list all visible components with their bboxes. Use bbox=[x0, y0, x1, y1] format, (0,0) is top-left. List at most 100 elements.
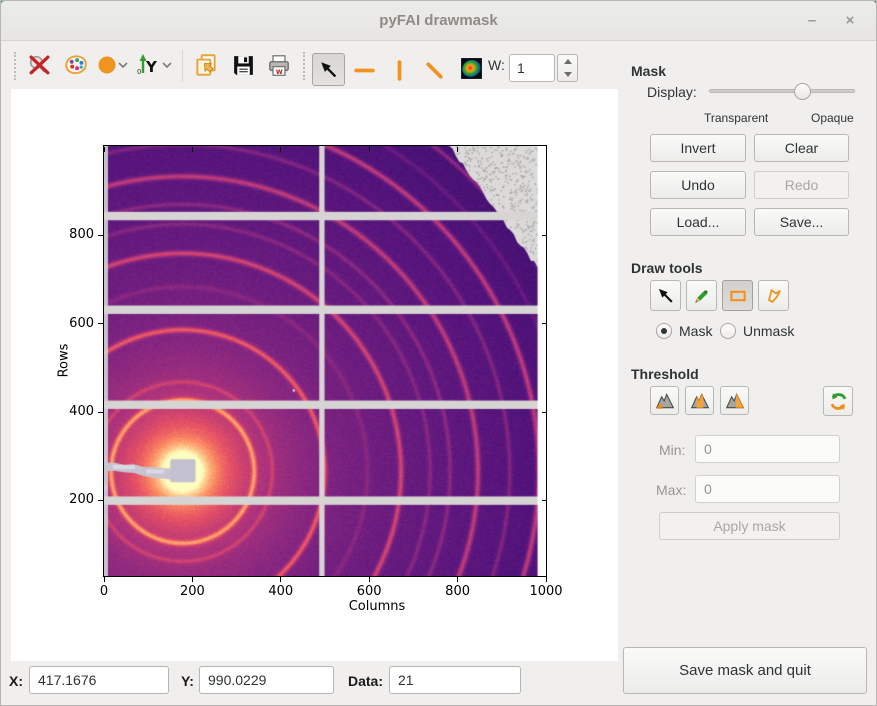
threshold-between-button[interactable] bbox=[685, 386, 714, 415]
save-button[interactable]: Save... bbox=[754, 208, 849, 236]
spinbox-arrows bbox=[557, 54, 578, 82]
y-tick bbox=[98, 323, 103, 324]
y-tick bbox=[98, 500, 103, 501]
threshold-below-button[interactable] bbox=[650, 386, 679, 415]
pointer-mode-button[interactable] bbox=[312, 53, 345, 86]
min-label: Min: bbox=[659, 442, 685, 458]
x-tick-label: 0 bbox=[84, 584, 124, 599]
min-field[interactable]: 0 bbox=[695, 435, 840, 463]
clear-button[interactable]: Clear bbox=[754, 134, 849, 162]
y-tick-right bbox=[542, 500, 547, 501]
save-icon[interactable] bbox=[230, 50, 256, 80]
vertical-profile-icon[interactable] bbox=[386, 55, 412, 85]
diffraction-canvas[interactable] bbox=[104, 146, 546, 576]
polygon-tool-button[interactable] bbox=[758, 280, 789, 311]
window-title: pyFAI drawmask bbox=[1, 12, 876, 29]
x-tick-label: 400 bbox=[261, 584, 301, 599]
x-tick bbox=[457, 577, 458, 582]
minimize-button[interactable]: – bbox=[800, 9, 824, 33]
threshold-title: Threshold bbox=[631, 366, 699, 382]
caret-down-icon bbox=[564, 72, 572, 77]
data-value-field[interactable]: 21 bbox=[389, 666, 521, 694]
toolbar-drag-handle[interactable] bbox=[303, 52, 305, 80]
rectangle-icon bbox=[728, 286, 748, 306]
spin-down-button[interactable] bbox=[558, 68, 577, 81]
x-tick-top bbox=[104, 147, 105, 152]
apply-mask-button[interactable]: Apply mask bbox=[659, 512, 840, 540]
y-coord-label: Y: bbox=[181, 673, 194, 689]
x-tick-label: 1000 bbox=[526, 584, 566, 599]
titlebar: pyFAI drawmask – × bbox=[1, 1, 876, 41]
spin-up-button[interactable] bbox=[558, 55, 577, 68]
x-tick-top bbox=[546, 147, 547, 152]
image-profile-icon[interactable] bbox=[458, 53, 484, 83]
x-axis-label: Columns bbox=[1, 599, 649, 614]
colormap-palette-icon[interactable] bbox=[63, 50, 89, 80]
display-label: Display: bbox=[647, 84, 697, 100]
svg-text:Y: Y bbox=[145, 58, 158, 76]
threshold-below-icon bbox=[655, 391, 675, 411]
x-coord-field[interactable]: 417.1676 bbox=[29, 666, 169, 694]
chevron-down-icon[interactable] bbox=[161, 50, 173, 80]
pointer-icon bbox=[318, 59, 340, 81]
x-tick bbox=[369, 577, 370, 582]
refresh-icon bbox=[828, 391, 849, 412]
chevron-down-icon[interactable] bbox=[117, 50, 129, 80]
save-mask-quit-button[interactable]: Save mask and quit bbox=[623, 647, 867, 694]
pencil-icon bbox=[692, 286, 712, 306]
unmask-radio[interactable] bbox=[720, 323, 736, 339]
transparent-label: Transparent bbox=[704, 111, 768, 125]
max-field[interactable]: 0 bbox=[695, 475, 840, 503]
x-tick-label: 200 bbox=[172, 584, 212, 599]
profile-width-spinbox[interactable]: 1 bbox=[509, 54, 555, 82]
caret-up-icon bbox=[564, 59, 572, 64]
load-button[interactable]: Load... bbox=[650, 208, 746, 236]
x-tick bbox=[280, 577, 281, 582]
max-label: Max: bbox=[656, 482, 686, 498]
y-tick bbox=[98, 412, 103, 413]
undo-button[interactable]: Undo bbox=[650, 171, 746, 199]
zoom-reset-icon[interactable] bbox=[26, 50, 52, 80]
toolbar: 0 Y bbox=[1, 42, 616, 90]
y-axis-label: Rows bbox=[57, 336, 72, 386]
horizontal-profile-icon[interactable] bbox=[351, 55, 377, 85]
print-icon[interactable]: w bbox=[266, 50, 292, 80]
y-tick-label: 200 bbox=[56, 492, 94, 507]
x-tick-top bbox=[369, 147, 370, 152]
rectangle-tool-button[interactable] bbox=[722, 280, 753, 311]
y-tick-label: 800 bbox=[56, 227, 94, 242]
threshold-above-icon bbox=[725, 391, 745, 411]
x-coord-label: X: bbox=[9, 673, 23, 689]
x-tick bbox=[192, 577, 193, 582]
data-value-label: Data: bbox=[348, 673, 383, 689]
y-tick-right bbox=[542, 412, 547, 413]
refresh-histogram-button[interactable] bbox=[823, 386, 853, 416]
x-tick-label: 600 bbox=[349, 584, 389, 599]
svg-text:w: w bbox=[276, 67, 283, 76]
mask-section-title: Mask bbox=[631, 63, 666, 79]
copy-icon[interactable] bbox=[193, 50, 219, 80]
diagonal-profile-icon[interactable] bbox=[421, 55, 447, 85]
invert-button[interactable]: Invert bbox=[650, 134, 746, 162]
threshold-between-icon bbox=[690, 391, 710, 411]
redo-button[interactable]: Redo bbox=[754, 171, 849, 199]
flip-y-axis-icon[interactable]: 0 Y bbox=[135, 50, 161, 80]
toolbar-drag-handle[interactable] bbox=[14, 52, 16, 80]
pointer-icon bbox=[656, 286, 676, 306]
y-coord-field[interactable]: 990.0229 bbox=[199, 666, 334, 694]
slider-handle[interactable] bbox=[794, 83, 811, 100]
x-tick-top bbox=[192, 147, 193, 152]
pencil-tool-button[interactable] bbox=[686, 280, 717, 311]
x-tick bbox=[546, 577, 547, 582]
x-tick-top bbox=[280, 147, 281, 152]
pointer-tool-button[interactable] bbox=[650, 280, 681, 311]
close-button[interactable]: × bbox=[838, 9, 862, 33]
threshold-above-button[interactable] bbox=[720, 386, 749, 415]
mask-opacity-slider[interactable] bbox=[709, 89, 855, 93]
y-tick-right bbox=[542, 235, 547, 236]
mask-radio[interactable] bbox=[656, 323, 672, 339]
radio-dot bbox=[661, 328, 667, 334]
draw-tools-title: Draw tools bbox=[631, 260, 703, 276]
y-tick bbox=[98, 235, 103, 236]
y-tick-right bbox=[542, 323, 547, 324]
